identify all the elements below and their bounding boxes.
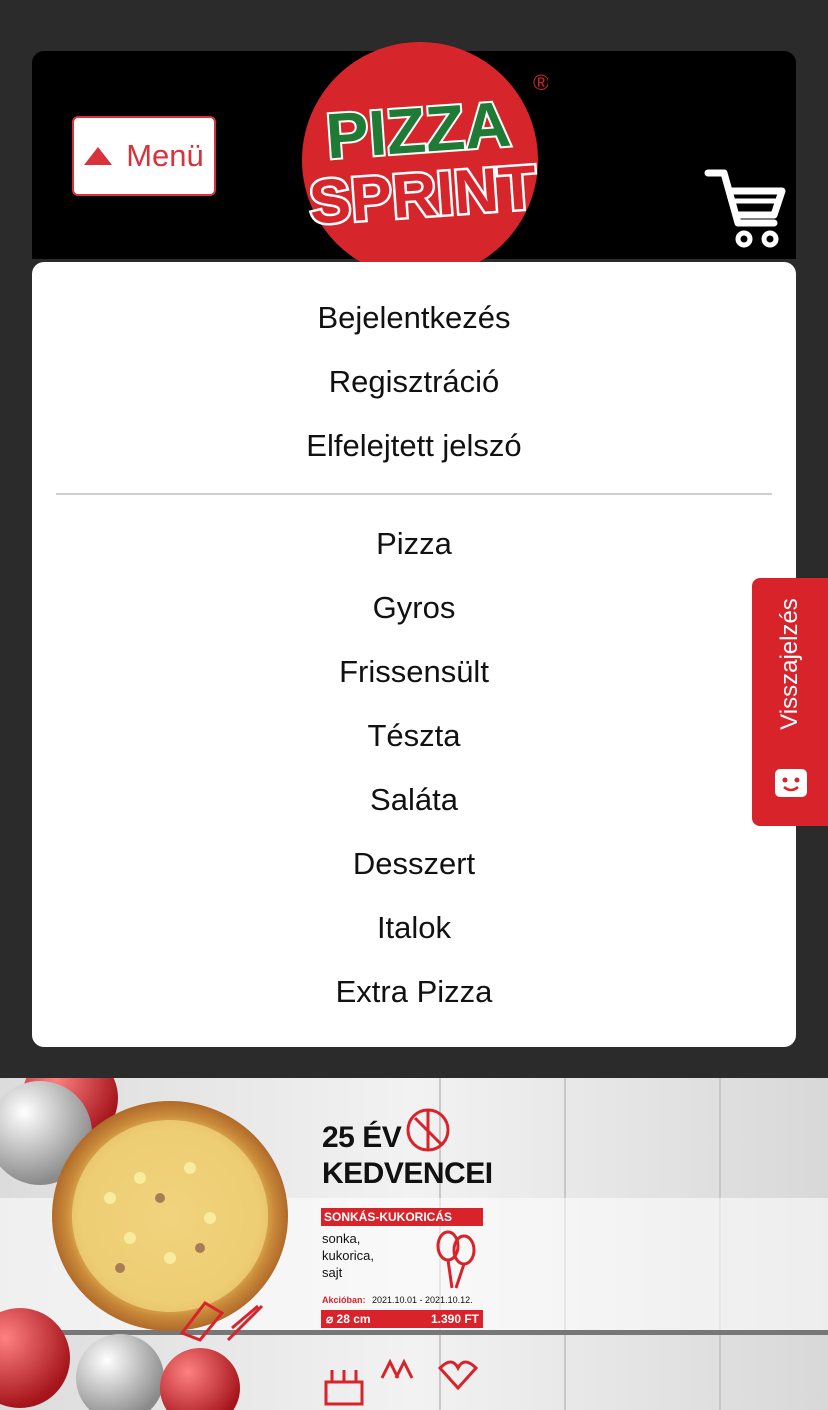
menu-dropdown: Bejelentkezés Regisztráció Elfelejtett j… <box>32 262 796 1047</box>
banner-background <box>0 1078 828 1410</box>
ingredient-3: sajt <box>322 1265 343 1280</box>
category-frissensult[interactable]: Frissensült <box>32 652 796 692</box>
feedback-label: Visszajelzés <box>776 598 803 730</box>
login-link[interactable]: Bejelentkezés <box>32 298 796 338</box>
category-salata[interactable]: Saláta <box>32 780 796 820</box>
register-link[interactable]: Regisztráció <box>32 362 796 402</box>
ingredient-1: sonka, <box>322 1231 361 1246</box>
promo-dates: 2021.10.01 - 2021.10.12. <box>372 1295 473 1305</box>
pizza-size: ⌀ 28 cm <box>326 1312 371 1326</box>
caret-up-icon <box>84 147 113 165</box>
ingredient-2: kukorica, <box>322 1248 375 1263</box>
category-desszert[interactable]: Desszert <box>32 844 796 884</box>
pizza-sprint-logo[interactable]: ® PIZZA SPRINT <box>302 32 548 288</box>
feedback-tab[interactable]: Visszajelzés <box>752 578 828 826</box>
forgot-password-link[interactable]: Elfelejtett jelszó <box>32 426 796 466</box>
size-price-tag: ⌀ 28 cm 1.390 FT <box>321 1310 483 1328</box>
promo-label: Akcióban: <box>322 1295 366 1305</box>
pizza-price: 1.390 FT <box>430 1312 479 1326</box>
product-name-tag: SONKÁS-KUKORICÁS PIZZA <box>321 1208 483 1242</box>
cart-icon[interactable] <box>704 165 788 251</box>
banner-title-line2: KEDVENCEI <box>322 1157 493 1190</box>
category-gyros[interactable]: Gyros <box>32 588 796 628</box>
smiley-chat-icon <box>775 769 807 797</box>
category-extra-pizza[interactable]: Extra Pizza <box>32 972 796 1012</box>
category-pizza[interactable]: Pizza <box>32 524 796 564</box>
banner-title-line1: 25 ÉV <box>322 1121 402 1154</box>
promo-banner[interactable]: 25 ÉV KEDVENCEI SONKÁS-KUKORICÁS PIZZA s… <box>0 1078 828 1410</box>
category-teszta[interactable]: Tészta <box>32 716 796 756</box>
menu-divider <box>56 493 772 495</box>
menu-toggle-button[interactable]: Menü <box>72 116 216 196</box>
registered-mark: ® <box>533 70 548 95</box>
category-italok[interactable]: Italok <box>32 908 796 948</box>
menu-label: Menü <box>126 138 204 173</box>
